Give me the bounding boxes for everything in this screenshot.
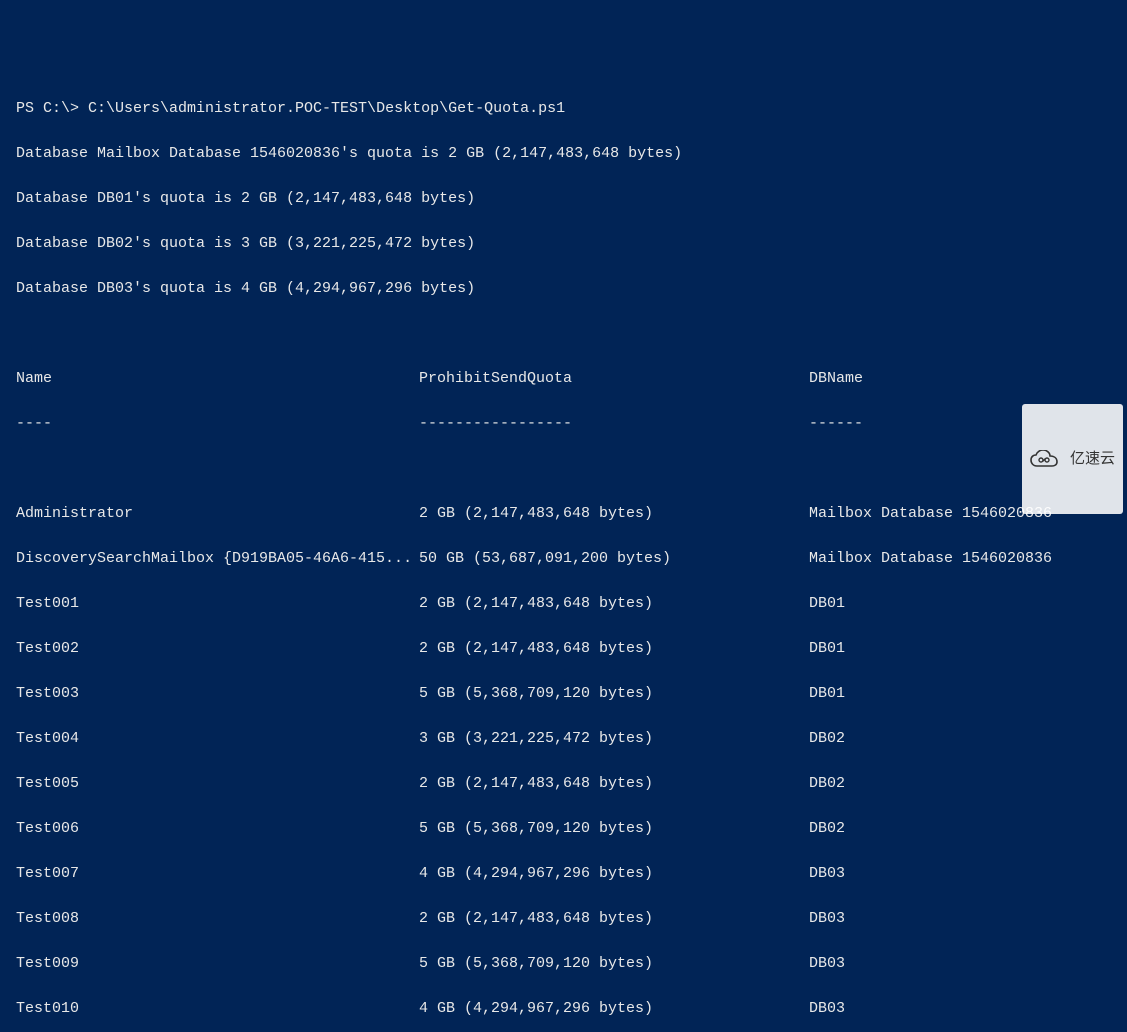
table-row: Test0043 GB (3,221,225,472 bytes)DB02 [16,728,1127,751]
cell-quota: 4 GB (4,294,967,296 bytes) [419,998,809,1021]
table-row: Administrator2 GB (2,147,483,648 bytes)M… [16,503,1127,526]
table-row: Test0012 GB (2,147,483,648 bytes)DB01 [16,593,1127,616]
table-header-row: NameProhibitSendQuotaDBName [16,368,1127,391]
table-row: DiscoverySearchMailbox {D919BA05-46A6-41… [16,548,1127,571]
cell-db: DB03 [809,953,845,976]
cell-db: DB01 [809,593,845,616]
cell-name: Test010 [16,998,419,1021]
db-output-line: Database DB01's quota is 2 GB (2,147,483… [16,188,1127,211]
cell-quota: 5 GB (5,368,709,120 bytes) [419,818,809,841]
cell-db: DB03 [809,998,845,1021]
db-output-line: Database DB03's quota is 4 GB (4,294,967… [16,278,1127,301]
cell-quota: 5 GB (5,368,709,120 bytes) [419,683,809,706]
cell-quota: 4 GB (4,294,967,296 bytes) [419,863,809,886]
cell-db: DB01 [809,638,845,661]
cell-quota: 2 GB (2,147,483,648 bytes) [419,773,809,796]
table-row: Test0065 GB (5,368,709,120 bytes)DB02 [16,818,1127,841]
cloud-icon [1030,405,1066,513]
cell-name: Test007 [16,863,419,886]
table-row: Test0074 GB (4,294,967,296 bytes)DB03 [16,863,1127,886]
cell-db: DB02 [809,728,845,751]
cell-name: Test004 [16,728,419,751]
cell-name: Test008 [16,908,419,931]
cell-quota: 2 GB (2,147,483,648 bytes) [419,908,809,931]
cell-name: Administrator [16,503,419,526]
blank-line [16,323,1127,346]
cell-quota: 2 GB (2,147,483,648 bytes) [419,593,809,616]
cell-name: Test009 [16,953,419,976]
cell-db: DB02 [809,773,845,796]
cell-name: Test003 [16,683,419,706]
db-output-line: Database Mailbox Database 1546020836's q… [16,143,1127,166]
table-row: Test0082 GB (2,147,483,648 bytes)DB03 [16,908,1127,931]
cell-name: Test006 [16,818,419,841]
header-name: Name [16,368,419,391]
cell-name: Test002 [16,638,419,661]
cell-quota: 5 GB (5,368,709,120 bytes) [419,953,809,976]
cell-db: DB01 [809,683,845,706]
watermark-text: 亿速云 [1070,448,1115,471]
table-row: Test0104 GB (4,294,967,296 bytes)DB03 [16,998,1127,1021]
cell-db: Mailbox Database 1546020836 [809,548,1052,571]
prompt-line[interactable]: PS C:\> C:\Users\administrator.POC-TEST\… [16,98,1127,121]
ps-prompt: PS C:\> [16,100,88,117]
watermark: 亿速云 [1022,404,1123,514]
blank-line [16,458,1127,481]
table-row: Test0052 GB (2,147,483,648 bytes)DB02 [16,773,1127,796]
cell-quota: 50 GB (53,687,091,200 bytes) [419,548,809,571]
underline-quota: ----------------- [419,413,809,436]
cell-quota: 2 GB (2,147,483,648 bytes) [419,503,809,526]
cell-db: DB03 [809,908,845,931]
table-row: Test0022 GB (2,147,483,648 bytes)DB01 [16,638,1127,661]
underline-name: ---- [16,413,419,436]
cell-db: DB03 [809,863,845,886]
table-row: Test0035 GB (5,368,709,120 bytes)DB01 [16,683,1127,706]
db-output-line: Database DB02's quota is 3 GB (3,221,225… [16,233,1127,256]
cell-db: Mailbox Database 1546020836 [809,503,1052,526]
table-underline-row: --------------------------- [16,413,1127,436]
command-text: C:\Users\administrator.POC-TEST\Desktop\… [88,100,565,117]
header-db: DBName [809,368,863,391]
underline-db: ------ [809,413,863,436]
table-row: Test0095 GB (5,368,709,120 bytes)DB03 [16,953,1127,976]
cell-name: Test001 [16,593,419,616]
cell-name: Test005 [16,773,419,796]
cell-name: DiscoverySearchMailbox {D919BA05-46A6-41… [16,548,419,571]
header-quota: ProhibitSendQuota [419,368,809,391]
cell-db: DB02 [809,818,845,841]
cell-quota: 3 GB (3,221,225,472 bytes) [419,728,809,751]
cell-quota: 2 GB (2,147,483,648 bytes) [419,638,809,661]
